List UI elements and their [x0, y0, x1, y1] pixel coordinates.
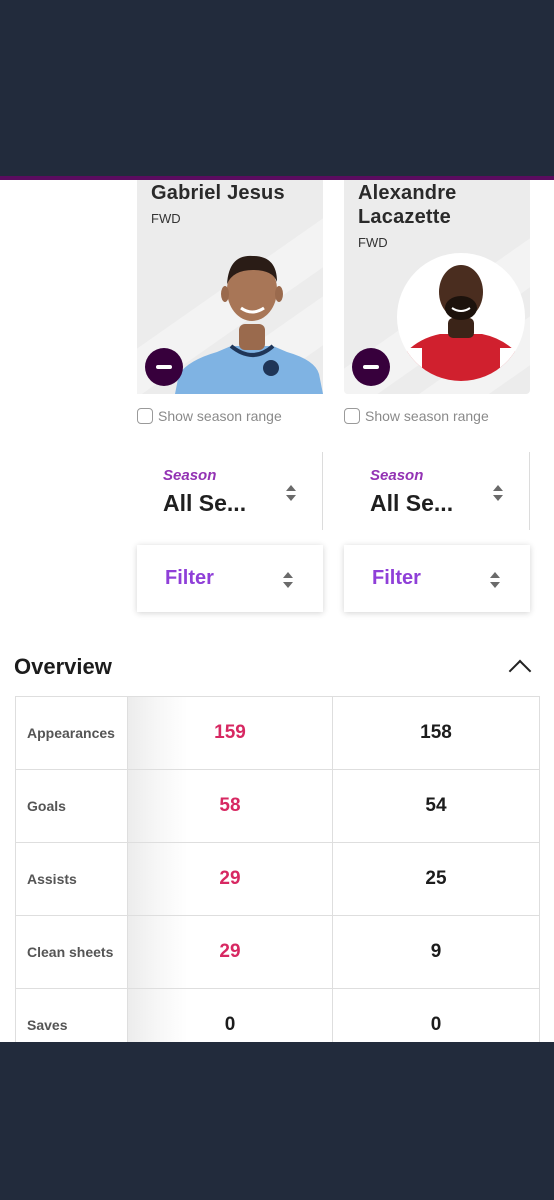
- player-photo: [397, 253, 525, 381]
- compare-content: Gabriel Jesus FWD Alexandre Lacazette FW…: [0, 180, 554, 1042]
- player-card-right: Alexandre Lacazette FWD: [344, 180, 530, 394]
- table-row: Clean sheets 29 9: [15, 916, 540, 989]
- bottom-bar: [0, 1042, 554, 1200]
- filter-label: Filter: [165, 567, 214, 589]
- sort-arrows-icon: [283, 572, 293, 588]
- stat-value-player-2: 9: [333, 916, 540, 988]
- stat-value-player-1: 159: [128, 697, 333, 769]
- table-row: Appearances 159 158: [15, 697, 540, 770]
- stat-label: Appearances: [15, 697, 128, 769]
- stat-label: Assists: [15, 843, 128, 915]
- stat-label: Clean sheets: [15, 916, 128, 988]
- stats-table: Appearances 159 158 Goals 58 54 Assists 29 25 Cle…: [15, 696, 540, 1042]
- season-range-toggle[interactable]: Show season range: [137, 408, 282, 424]
- player-card-left: Gabriel Jesus FWD: [137, 180, 323, 394]
- season-select[interactable]: Season All Se...: [344, 452, 530, 532]
- season-select-label: Season: [163, 467, 217, 484]
- player-position: FWD: [151, 211, 181, 226]
- season-range-toggle[interactable]: Show season range: [344, 408, 489, 424]
- minus-icon: [156, 365, 172, 369]
- player-name: Alexandre Lacazette: [358, 181, 457, 229]
- stat-value-player-2: 158: [333, 697, 540, 769]
- checkbox[interactable]: [137, 408, 153, 424]
- stat-value-player-1: 58: [128, 770, 333, 842]
- stat-value-player-1: 29: [128, 843, 333, 915]
- season-select-value: All Se...: [163, 490, 247, 516]
- stat-value-player-1: 29: [128, 916, 333, 988]
- sort-arrows-icon: [493, 485, 503, 501]
- table-row: Saves 0 0: [15, 989, 540, 1042]
- player-position: FWD: [358, 235, 388, 250]
- player-name-line1: Alexandre: [358, 182, 457, 204]
- remove-player-button[interactable]: [352, 348, 390, 386]
- season-range-label: Show season range: [365, 408, 489, 424]
- checkbox[interactable]: [344, 408, 360, 424]
- player-photo: [175, 255, 323, 394]
- sort-arrows-icon: [286, 485, 296, 501]
- filter-label: Filter: [372, 567, 421, 589]
- divider: [529, 452, 530, 530]
- remove-player-button[interactable]: [145, 348, 183, 386]
- stat-label: Goals: [15, 770, 128, 842]
- table-row: Assists 29 25: [15, 843, 540, 916]
- table-row: Goals 58 54: [15, 770, 540, 843]
- overview-title: Overview: [14, 654, 112, 679]
- season-select[interactable]: Season All Se...: [137, 452, 323, 532]
- player-name-line2: Lacazette: [358, 206, 451, 228]
- minus-icon: [363, 365, 379, 369]
- divider: [322, 452, 323, 530]
- stat-value-player-1: 0: [128, 989, 333, 1042]
- player-name: Gabriel Jesus: [151, 182, 285, 204]
- season-select-value: All Se...: [370, 490, 454, 516]
- sort-arrows-icon: [490, 572, 500, 588]
- top-header-bar: [0, 0, 554, 176]
- stat-value-player-2: 0: [333, 989, 540, 1042]
- season-select-label: Season: [370, 467, 424, 484]
- chevron-up-icon[interactable]: [508, 659, 532, 683]
- stat-value-player-2: 25: [333, 843, 540, 915]
- filter-select[interactable]: Filter: [344, 545, 530, 612]
- stat-label: Saves: [15, 989, 128, 1042]
- season-range-label: Show season range: [158, 408, 282, 424]
- filter-select[interactable]: Filter: [137, 545, 323, 612]
- stat-value-player-2: 54: [333, 770, 540, 842]
